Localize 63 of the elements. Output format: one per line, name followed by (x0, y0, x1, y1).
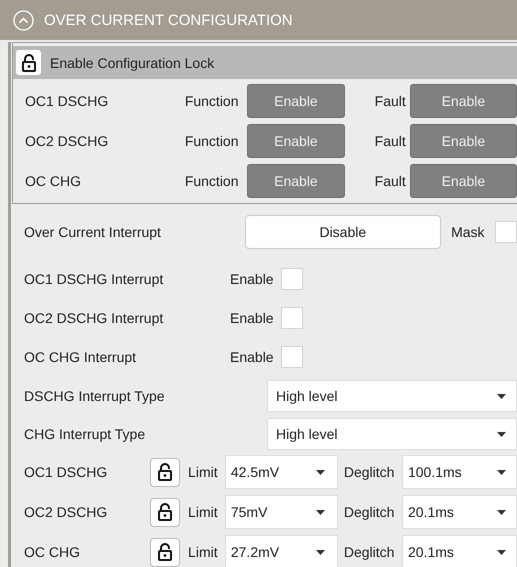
lock-button[interactable] (150, 538, 180, 566)
field-label: Fault (374, 133, 407, 149)
row-label: OC CHG (24, 173, 82, 189)
dropdown[interactable]: 20.1ms (402, 535, 517, 567)
dropdown-value: 20.1ms (408, 544, 454, 560)
dropdown-caret-icon (316, 550, 325, 554)
field-label: Deglitch (344, 464, 396, 480)
dropdown-caret-icon (316, 510, 325, 514)
section-title: OVER CURRENT CONFIGURATION (44, 12, 293, 28)
lock-button[interactable] (150, 498, 180, 526)
row-label: CHG Interrupt Type (23, 426, 146, 442)
interrupt-toggle[interactable]: Disable (244, 215, 442, 249)
dropdown-value: 75mV (230, 504, 268, 520)
dropdown[interactable]: 75mV (224, 495, 338, 529)
dropdown[interactable]: High level (267, 380, 517, 412)
dropdown-value: 27.2mV (230, 544, 280, 560)
row-label: OC2 DSCHG Interrupt (23, 310, 164, 326)
dropdown-caret-icon (496, 550, 506, 554)
row-label: OC1 DSCHG Interrupt (23, 270, 164, 286)
field-label: Deglitch (344, 544, 396, 560)
field-label: Limit (188, 544, 219, 560)
dropdown[interactable]: 100.1ms (402, 455, 517, 489)
dropdown-value: 42.5mV (230, 464, 280, 480)
field-label: Limit (188, 504, 219, 520)
row-label: Over Current Interrupt (23, 224, 162, 240)
mask-checkbox[interactable] (495, 221, 517, 243)
dropdown-caret-icon (496, 470, 506, 474)
field-label: Enable (230, 270, 274, 286)
dropdown-value: High level (276, 426, 338, 442)
enable-checkbox[interactable] (280, 346, 303, 368)
field-label: Mask (451, 224, 486, 240)
row-label: DSCHG Interrupt Type (23, 388, 166, 404)
enable-checkbox[interactable] (280, 268, 303, 290)
dropdown-value: High level (276, 388, 338, 404)
row-label: OC CHG Interrupt (23, 348, 138, 364)
row-label: OC1 DSCHG (23, 464, 108, 480)
lock-button[interactable] (150, 458, 180, 486)
dropdown-caret-icon (496, 510, 506, 514)
field-label: Enable (230, 348, 274, 364)
row-label: OC1 DSCHG (24, 93, 110, 109)
enable-checkbox[interactable] (280, 306, 303, 328)
field-label: Limit (188, 464, 219, 480)
dropdown[interactable]: 27.2mV (224, 535, 338, 567)
field-label: Fault (374, 93, 407, 109)
field-label: Function (184, 133, 240, 149)
dropdown-caret-icon (316, 470, 325, 474)
lock-button[interactable] (15, 49, 42, 76)
dropdown[interactable]: High level (267, 418, 517, 450)
field-label: Function (184, 173, 240, 189)
dropdown-value: 100.1ms (408, 464, 462, 480)
row-label: OC2 DSCHG (23, 504, 108, 520)
dropdown[interactable]: 20.1ms (402, 495, 517, 529)
dropdown[interactable]: 42.5mV (224, 455, 338, 489)
field-label: Enable (230, 310, 274, 326)
field-label: Function (184, 93, 240, 109)
field-label: Fault (374, 173, 407, 189)
lock-label: Enable Configuration Lock (50, 54, 214, 70)
row-label: OC2 DSCHG (24, 133, 110, 149)
dropdown-value: 20.1ms (408, 504, 454, 520)
field-label: Deglitch (344, 504, 396, 520)
dropdown-caret-icon (497, 432, 506, 436)
row-label: OC CHG (23, 544, 81, 560)
dropdown-caret-icon (497, 394, 506, 398)
